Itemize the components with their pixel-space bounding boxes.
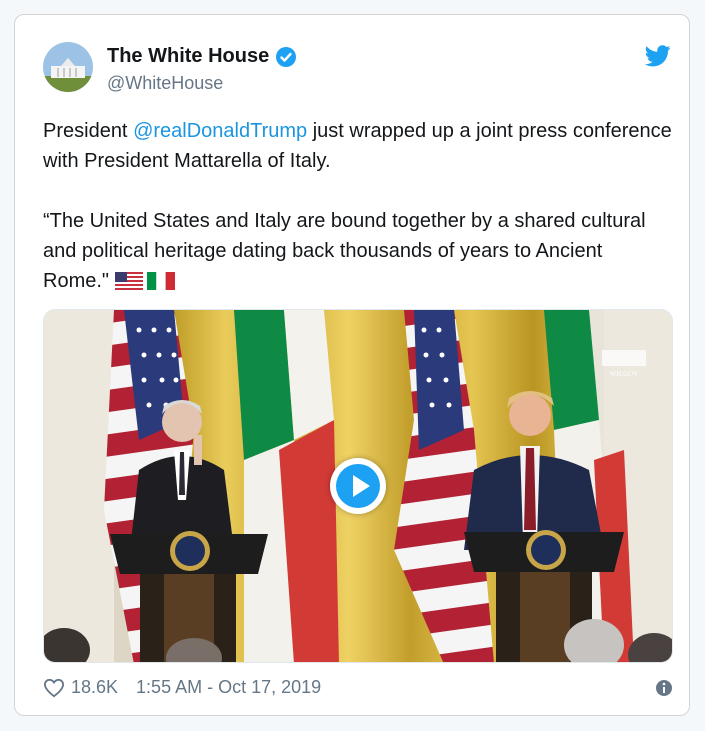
video-player[interactable]: WH.GOV: [43, 309, 673, 663]
tweet-text: President @realDonaldTrump just wrapped …: [43, 116, 673, 299]
tweet-timestamp[interactable]: 1:55 AM - Oct 17, 2019: [136, 677, 321, 698]
mention-link[interactable]: @realDonaldTrump: [133, 120, 307, 142]
display-name-text: The White House: [107, 45, 270, 67]
info-icon[interactable]: [655, 679, 673, 697]
verified-badge-icon: [276, 46, 297, 67]
heart-icon: [43, 678, 65, 697]
tweet-footer: 18.6K 1:55 AM - Oct 17, 2019: [43, 677, 673, 698]
us-flag-icon: [115, 269, 144, 299]
italy-flag-icon: [147, 269, 176, 299]
like-count: 18.6K: [71, 677, 119, 697]
like-button[interactable]: 18.6K: [43, 677, 118, 698]
play-button[interactable]: [330, 458, 386, 514]
tweet-text-lead: President: [43, 120, 134, 142]
twitter-bird-icon[interactable]: [645, 45, 671, 67]
display-name[interactable]: The White House: [107, 45, 297, 68]
play-icon: [336, 464, 380, 508]
tweet-paragraph-2: “The United States and Italy are bound t…: [43, 206, 673, 299]
video-watermark: WH.GOV: [610, 370, 639, 378]
user-handle[interactable]: @WhiteHouse: [107, 73, 223, 94]
tweet-card: The White House @WhiteHouse President @r…: [14, 14, 690, 716]
tweet-paragraph-1: President @realDonaldTrump just wrapped …: [43, 116, 673, 176]
avatar[interactable]: [43, 42, 93, 92]
